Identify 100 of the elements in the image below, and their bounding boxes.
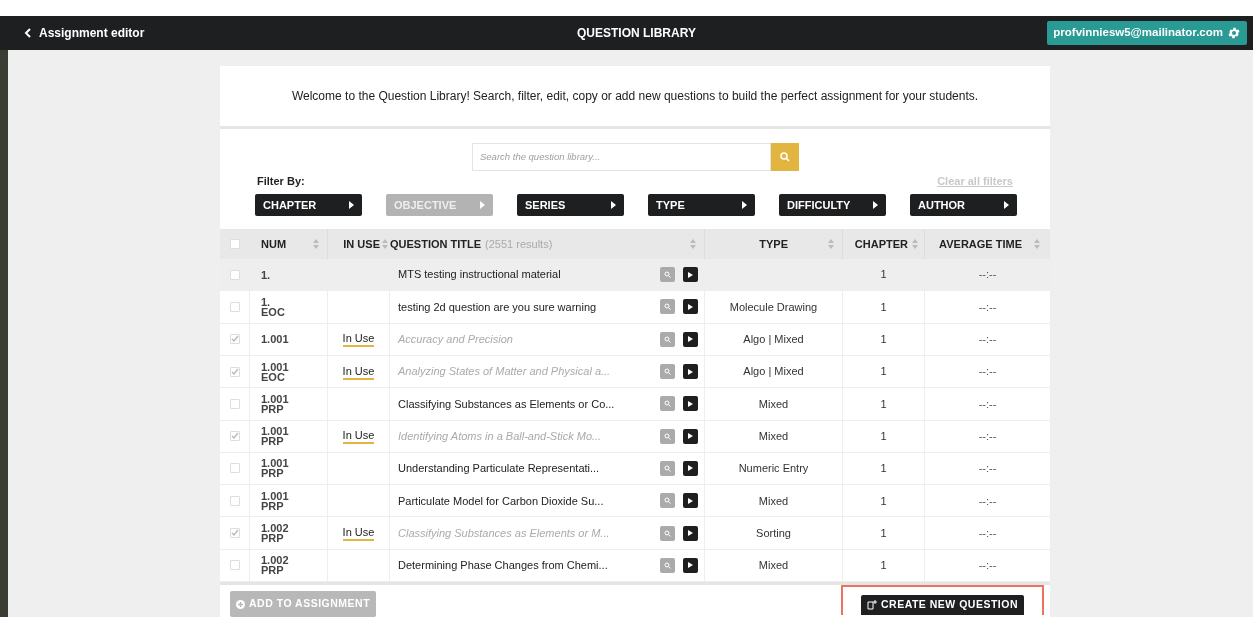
- caret-icon: [349, 200, 354, 209]
- table-row[interactable]: 1.001 PRP Classifying Substances as Elements or Co... Mixed 1 --:--: [220, 388, 1050, 421]
- question-title[interactable]: Understanding Particulate Representati...: [398, 460, 600, 477]
- table-row[interactable]: 1.001 PRP Particulate Model for Carbon Dioxide Su... Mixed 1 --:--: [220, 485, 1050, 518]
- chapter-number: 1: [880, 267, 887, 283]
- checkbox[interactable]: [229, 269, 240, 280]
- preview-button[interactable]: [660, 267, 675, 283]
- in-use-label: In Use: [342, 428, 375, 445]
- average-time: --:--: [978, 493, 997, 509]
- search-button[interactable]: [771, 142, 799, 171]
- filter-dropdown[interactable]: DIFFICULTY: [779, 193, 886, 216]
- back-chevron-icon: [24, 28, 31, 38]
- preview-button[interactable]: [660, 557, 675, 573]
- table-row[interactable]: 1.002 PRP In Use Classifying Substances as Elements or M... Sorting 1 --:--: [220, 517, 1050, 550]
- column-header[interactable]: IN USE: [343, 235, 380, 253]
- search-icon: [664, 335, 671, 343]
- play-button[interactable]: [683, 557, 698, 573]
- filter-dropdown[interactable]: TYPE: [648, 193, 755, 216]
- search-field[interactable]: Search the question library...: [472, 142, 771, 171]
- back-link[interactable]: Assignment editor: [24, 24, 145, 42]
- question-number: 1.001: [261, 361, 290, 372]
- question-suffix: PRP: [261, 468, 285, 479]
- table-row[interactable]: 1. EOC testing 2d question are you sure warning Molecule Drawing 1 --:--: [220, 291, 1050, 324]
- checkbox[interactable]: [229, 495, 240, 506]
- checkbox[interactable]: [230, 239, 240, 250]
- question-number: 1.001: [261, 426, 290, 437]
- checkbox[interactable]: [229, 334, 240, 345]
- column-header[interactable]: TYPE: [759, 235, 788, 253]
- search-icon: [664, 529, 671, 537]
- sort-icon[interactable]: [313, 239, 319, 250]
- checkbox[interactable]: [229, 398, 240, 409]
- question-number: 1.001: [261, 458, 290, 469]
- in-use-label: In Use: [342, 525, 375, 542]
- question-title[interactable]: Determining Phase Changes from Chemi...: [398, 557, 608, 574]
- question-number: 1.002: [261, 523, 290, 534]
- search-icon: [664, 400, 671, 408]
- preview-button[interactable]: [660, 493, 675, 509]
- filter-dropdown[interactable]: SERIES: [517, 193, 624, 216]
- sort-icon[interactable]: [690, 239, 696, 250]
- checkbox[interactable]: [229, 301, 240, 312]
- question-suffix: PRP: [261, 403, 284, 414]
- preview-button[interactable]: [660, 299, 675, 315]
- play-button[interactable]: [683, 460, 698, 476]
- table-row[interactable]: 1.001 PRP Understanding Particulate Representati... Numeric Entry 1 --:--: [220, 452, 1050, 486]
- table-row[interactable]: 1.001 EOC In Use Analyzing States of Matter and Physical a... Algo | Mixed 1 --:--: [220, 355, 1050, 389]
- in-use-label: In Use: [342, 363, 375, 380]
- welcome-text: Welcome to the Question Library! Search, filter, edit, copy or add new questions to build the perfect assignment for your students.: [291, 88, 979, 105]
- question-type: Sorting: [756, 525, 791, 541]
- play-button[interactable]: [683, 267, 698, 283]
- play-icon: [688, 271, 693, 278]
- column-header[interactable]: NUM: [261, 235, 287, 253]
- chapter-number: 1: [880, 558, 887, 574]
- table-row[interactable]: 1.001 In Use Accuracy and Precision Algo | Mixed 1 --:--: [220, 323, 1050, 356]
- question-suffix: PRP: [261, 500, 284, 511]
- preview-button[interactable]: [660, 364, 675, 380]
- question-number: 1.: [261, 296, 272, 307]
- sort-icon[interactable]: [828, 239, 834, 250]
- average-time: --:--: [978, 428, 997, 444]
- question-suffix: PRP: [261, 436, 285, 447]
- question-title[interactable]: testing 2d question are you sure warning: [398, 298, 597, 316]
- checkbox[interactable]: [229, 366, 240, 377]
- in-use-label: In Use: [342, 331, 375, 348]
- average-time: --:--: [978, 525, 997, 541]
- play-button[interactable]: [683, 525, 698, 541]
- question-title[interactable]: Particulate Model for Carbon Dioxide Su...: [398, 492, 604, 509]
- checkbox[interactable]: [229, 560, 240, 571]
- caret-icon: [480, 200, 485, 209]
- play-button[interactable]: [683, 331, 698, 347]
- table-row[interactable]: 1.002 PRP Determining Phase Changes from Chemi... Mixed 1 --:--: [220, 549, 1050, 582]
- question-title[interactable]: Classifying Substances as Elements or Co...: [398, 395, 615, 413]
- play-button[interactable]: [683, 364, 698, 380]
- checkbox[interactable]: [229, 463, 240, 474]
- average-time: --:--: [978, 364, 997, 380]
- average-time: --:--: [978, 396, 997, 412]
- preview-button[interactable]: [660, 525, 675, 541]
- preview-button[interactable]: [660, 460, 675, 476]
- preview-button[interactable]: [660, 428, 675, 444]
- sort-icon[interactable]: [1034, 239, 1040, 250]
- play-button[interactable]: [683, 428, 698, 444]
- checkbox[interactable]: [229, 431, 240, 442]
- chapter-number: 1: [880, 493, 887, 509]
- play-button[interactable]: [683, 396, 698, 412]
- preview-button[interactable]: [660, 331, 675, 347]
- create-question-button[interactable]: CREATE NEW QUESTION: [860, 595, 1025, 615]
- sort-icon[interactable]: [382, 239, 388, 250]
- column-header[interactable]: QUESTION TITLE: [390, 235, 482, 253]
- column-header[interactable]: CHAPTER: [854, 235, 908, 253]
- checkbox[interactable]: [229, 528, 240, 539]
- question-title[interactable]: MTS testing instructional material: [398, 266, 561, 283]
- sort-icon[interactable]: [912, 239, 918, 250]
- play-button[interactable]: [683, 299, 698, 315]
- table-row[interactable]: 1.001 PRP In Use Identifying Atoms in a Ball-and-Stick Mo... Mixed 1 --:--: [220, 420, 1050, 453]
- column-header[interactable]: AVERAGE TIME: [939, 235, 1022, 253]
- question-number: 1.002: [261, 555, 290, 566]
- caret-icon: [873, 200, 878, 209]
- filter-dropdown[interactable]: AUTHOR: [910, 193, 1017, 216]
- filter-dropdown[interactable]: CHAPTER: [255, 193, 362, 216]
- preview-button[interactable]: [660, 396, 675, 412]
- caret-icon: [611, 200, 616, 209]
- play-button[interactable]: [683, 493, 698, 509]
